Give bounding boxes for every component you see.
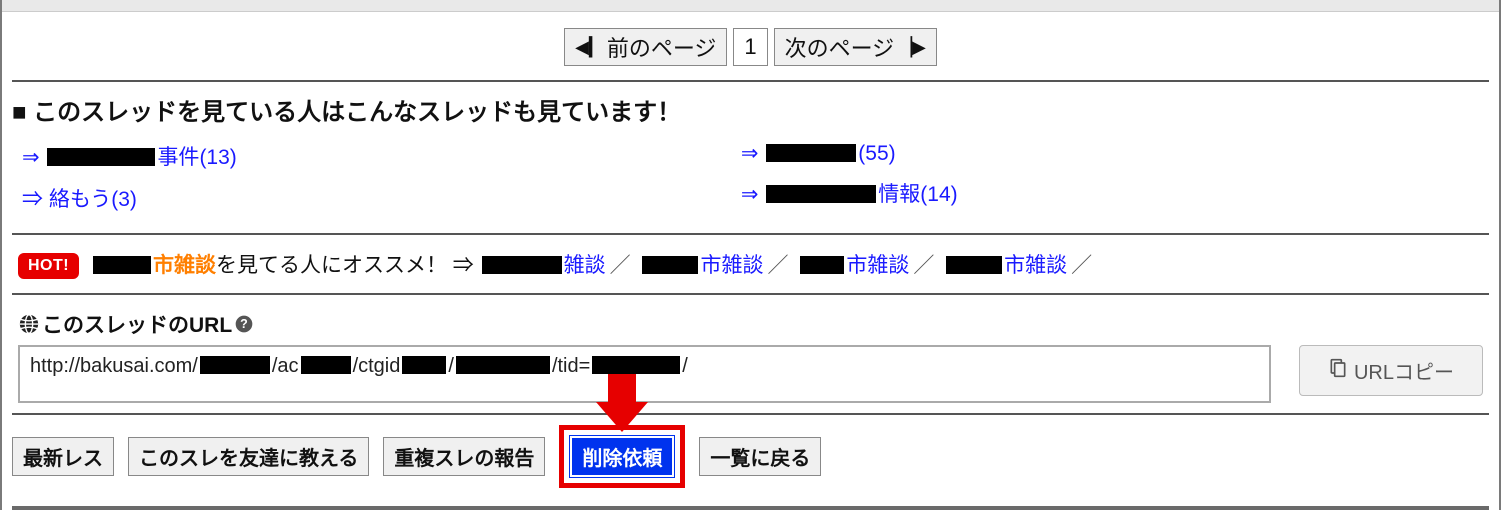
redacted-text [766,144,856,162]
hot-separator: ／ [610,254,631,277]
redacted-text [642,256,698,274]
next-page-button[interactable]: 次のページ ▕▶ [774,28,937,66]
delete-highlight-box: 削除依頼 [559,425,685,488]
hot-link[interactable]: 市雑談 [798,254,909,277]
hot-separator: ／ [913,254,934,277]
help-icon[interactable]: ? [234,312,254,336]
redacted-text [766,185,876,203]
hot-separator: ／ [1071,254,1092,277]
arrow-icon: ⇒ [741,183,764,206]
globe-icon [18,312,40,336]
arrow-icon: ⇒ [22,188,49,211]
redacted-text [482,256,562,274]
top-banner-strip [2,0,1499,12]
delete-request-button[interactable]: 削除依頼 [570,436,674,477]
hot-badge: HOT! [18,253,79,279]
prev-page-label: 前のページ [607,31,717,63]
prev-page-button[interactable]: ◀▎ 前のページ [564,28,727,66]
hot-link[interactable]: 市雑談 [640,254,763,277]
redacted-text [946,256,1002,274]
hot-suffix: を見てる人にオススメ！ ⇒ [216,254,474,277]
related-item: ⇒ 情報(14) [741,172,1460,214]
copy-url-button[interactable]: URLコピー [1299,345,1483,396]
related-item: ⇒ 絡もう(3) [22,177,741,219]
hot-link[interactable]: 雑談 [480,254,606,277]
hot-recommendations: HOT! 市雑談を見てる人にオススメ！ ⇒ 雑談／ 市雑談／ 市雑談／ 市雑談／ [12,235,1489,295]
hot-separator: ／ [767,254,788,277]
next-page-label: 次のページ [785,31,895,63]
related-link[interactable]: 事件(13) [45,146,236,169]
related-link[interactable]: (55) [764,142,895,165]
related-item: ⇒ (55) [741,135,1460,172]
related-heading: ■ このスレッドを見ている人はこんなスレッドも見ています！ [12,82,1489,135]
arrow-right-icon: ▕▶ [898,37,926,58]
action-button-row: 最新レス このスレを友達に教える 重複スレの報告 削除依頼 一覧に戻る [12,415,1489,510]
pager: ◀▎ 前のページ 1 次のページ ▕▶ [12,18,1489,82]
latest-reply-button[interactable]: 最新レス [12,437,114,476]
redacted-text [93,256,151,274]
svg-text:?: ? [240,318,248,332]
hot-category: 市雑談 [153,254,216,277]
url-section: このスレッドのURL ? http://bakusai.com//ac/ctgi… [12,295,1489,415]
redacted-text [800,256,844,274]
report-duplicate-button[interactable]: 重複スレの報告 [383,437,545,476]
arrow-icon: ⇒ [741,142,764,165]
attention-arrow-icon [592,368,652,438]
copy-icon [1328,358,1348,384]
url-label-text: このスレッドのURL [42,309,232,339]
related-threads: ⇒ 事件(13) ⇒ 絡もう(3) ⇒ (55) ⇒ 情報(14) [12,135,1489,235]
related-item: ⇒ 事件(13) [22,135,741,177]
tell-friend-button[interactable]: このスレを友達に教える [128,437,369,476]
arrow-icon: ⇒ [22,146,45,169]
hot-link[interactable]: 市雑談 [944,254,1067,277]
back-to-list-button[interactable]: 一覧に戻る [699,437,821,476]
related-link[interactable]: 情報(14) [764,183,957,206]
arrow-left-icon: ◀▎ [575,37,603,58]
current-page-number: 1 [733,28,767,66]
redacted-text [47,148,155,166]
related-link[interactable]: 絡もう(3) [49,188,137,211]
copy-url-label: URLコピー [1354,356,1454,385]
